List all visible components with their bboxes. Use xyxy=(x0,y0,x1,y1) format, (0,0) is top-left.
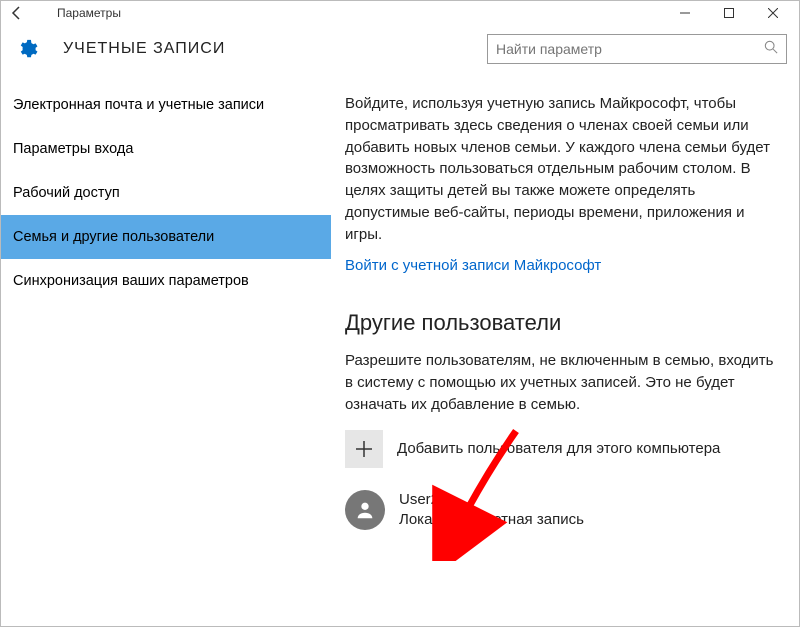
sidebar-item-4[interactable]: Синхронизация ваших параметров xyxy=(1,259,331,303)
sidebar-item-0[interactable]: Электронная почта и учетные записи xyxy=(1,83,331,127)
back-button[interactable] xyxy=(5,5,29,21)
sidebar-item-2[interactable]: Рабочий доступ xyxy=(1,171,331,215)
signin-link[interactable]: Войти с учетной записи Майкрософт xyxy=(345,257,779,274)
family-info-text: Войдите, используя учетную запись Майкро… xyxy=(345,93,779,245)
search-input[interactable] xyxy=(496,41,764,57)
window-title: Параметры xyxy=(57,6,121,20)
user-row[interactable]: User2 Локальная учетная запись xyxy=(345,490,779,531)
add-user-button[interactable]: Добавить пользователя для этого компьюте… xyxy=(345,430,779,468)
user-text: User2 Локальная учетная запись xyxy=(399,490,584,531)
plus-icon xyxy=(345,430,383,468)
sidebar: Электронная почта и учетные записиПараме… xyxy=(1,73,331,626)
user-type: Локальная учетная запись xyxy=(399,510,584,530)
search-field[interactable] xyxy=(487,34,787,64)
sidebar-item-1[interactable]: Параметры входа xyxy=(1,127,331,171)
settings-window: Параметры УЧЕТНЫЕ ЗАПИСИ Электронная поч… xyxy=(0,0,800,627)
other-users-info: Разрешите пользователям, не включенным в… xyxy=(345,350,779,415)
page-title: УЧЕТНЫЕ ЗАПИСИ xyxy=(63,40,225,58)
title-bar: Параметры xyxy=(1,1,799,25)
avatar-icon xyxy=(345,490,385,530)
main-content: Войдите, используя учетную запись Майкро… xyxy=(331,73,799,626)
gear-icon xyxy=(13,38,41,60)
header-row: УЧЕТНЫЕ ЗАПИСИ xyxy=(1,25,799,73)
minimize-button[interactable] xyxy=(663,1,707,25)
window-controls xyxy=(663,1,795,25)
search-icon xyxy=(764,40,778,59)
close-button[interactable] xyxy=(751,1,795,25)
other-users-heading: Другие пользователи xyxy=(345,310,779,336)
add-user-label: Добавить пользователя для этого компьюте… xyxy=(397,440,720,457)
body: Электронная почта и учетные записиПараме… xyxy=(1,73,799,626)
user-name: User2 xyxy=(399,490,584,510)
sidebar-item-3[interactable]: Семья и другие пользователи xyxy=(1,215,331,259)
maximize-button[interactable] xyxy=(707,1,751,25)
